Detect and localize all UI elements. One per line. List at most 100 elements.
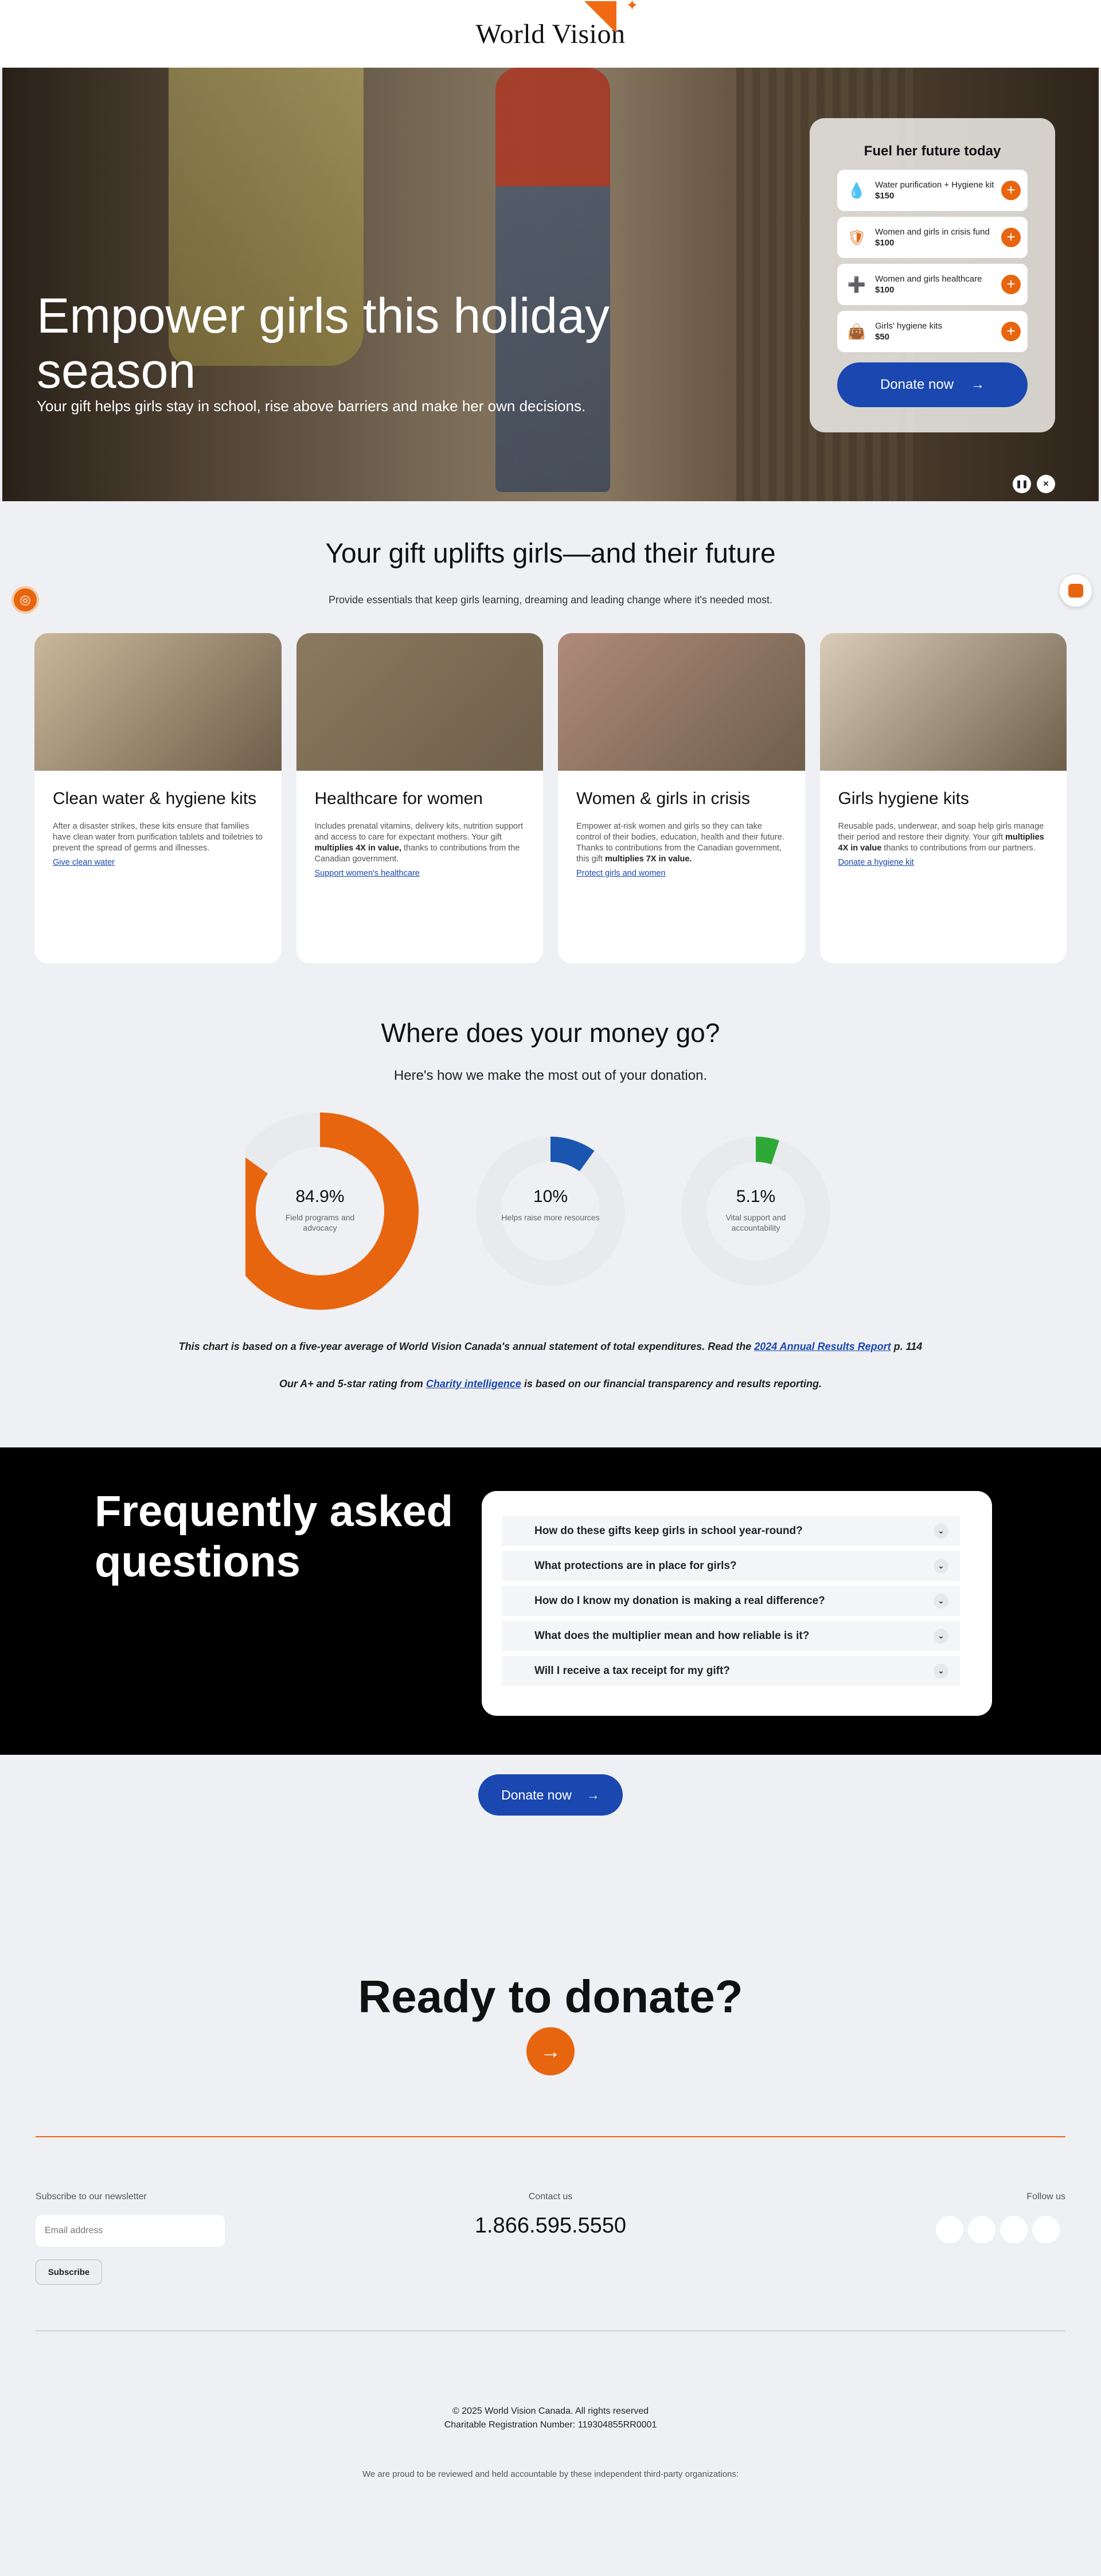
logo-star-icon: ✦ [626, 0, 639, 14]
faq-item[interactable]: How do I know my donation is making a re… [502, 1586, 960, 1616]
gift-label: Women and girls in crisis fund [875, 227, 990, 237]
faq-title: Frequently asked questions [95, 1487, 454, 1586]
arrow-right-icon: → [586, 1787, 600, 1802]
social-links [936, 2216, 1060, 2243]
donut-charts: 84.9% Field programs and advocacy 10% Helps… [221, 1113, 856, 1310]
faq-question: Will I receive a tax receipt for my gift… [534, 1665, 730, 1677]
faq-donate-button[interactable]: Donate now → [478, 1774, 623, 1816]
donut-percent: 84.9% [295, 1187, 345, 1206]
gift-price: $50 [875, 332, 890, 342]
hygiene-bag-icon: 👜 [847, 322, 866, 340]
gift-card-multiplier: multiplies 7X in value. [604, 854, 692, 864]
gift-card: Women & girls in crisis Empower at-risk w… [558, 633, 805, 963]
gift-option[interactable]: 💧 Water purification + Hygiene kit $150 + [837, 170, 1028, 211]
gift-option[interactable]: 🛡 Women and girls in crisis fund $100 + [837, 217, 1028, 258]
follow-label: Follow us [1026, 2192, 1065, 2202]
rating-note: Our A+ and 5-star rating from Charity in… [0, 1378, 1101, 1390]
rating-text: Our A+ and 5-star rating from [279, 1378, 426, 1390]
chevron-down-icon: ⌄ [934, 1664, 948, 1679]
donation-card: Fuel her future today 💧 Water purificatio… [810, 118, 1055, 432]
shield-heart-icon: 🛡 [847, 228, 866, 246]
medical-kit-icon: ➕ [847, 275, 866, 293]
gift-card-title: Women & girls in crisis [576, 789, 750, 808]
site-header: World Vision ✦ [0, 0, 1101, 68]
accountability-text: We are proud to be reviewed and held acc… [362, 2469, 739, 2479]
gift-label: Water purification + Hygiene kit [875, 180, 994, 190]
faq-item[interactable]: What does the multiplier mean and how re… [502, 1621, 960, 1651]
gift-text: Women and girls in crisis fund $100 [875, 227, 1001, 248]
world-vision-logo[interactable]: World Vision ✦ [475, 0, 638, 50]
gift-card-body-end: thanks to contributions from our partner… [881, 844, 1036, 853]
faq-item[interactable]: Will I receive a tax receipt for my gift… [502, 1656, 960, 1686]
gift-card: Clean water & hygiene kits After a disast… [34, 633, 282, 963]
water-drop-icon: 💧 [847, 181, 866, 199]
registration-number: Charitable Registration Number: 11930485… [444, 2420, 657, 2430]
hero-title: Empower girls this holiday season [37, 288, 610, 399]
gift-card-link[interactable]: Support women's healthcare [315, 869, 420, 878]
faq-item[interactable]: How do these gifts keep girls in school … [502, 1516, 960, 1546]
gift-label: Women and girls healthcare [875, 274, 982, 284]
add-icon[interactable]: + [1001, 275, 1021, 294]
youtube-icon[interactable] [1000, 2216, 1028, 2243]
hero-subtitle: Your gift helps girls stay in school, ri… [37, 397, 586, 415]
gift-card-image [34, 633, 282, 771]
ready-donate-arrow-button[interactable]: → [526, 2027, 575, 2075]
gift-card-link[interactable]: Give clean water [53, 858, 115, 867]
gift-card-text: Reusable pads, underwear, and soap help … [838, 821, 1049, 854]
donut-percent: 10% [533, 1187, 568, 1206]
gift-price: $100 [875, 285, 895, 295]
donut-label: 84.9% Field programs and advocacy [268, 1187, 372, 1233]
facebook-icon[interactable] [936, 2216, 963, 2243]
gift-card-title: Girls hygiene kits [838, 789, 969, 808]
donate-now-button[interactable]: Donate now → [837, 362, 1028, 407]
faq-section: Frequently asked questions How do these … [0, 1447, 1101, 1755]
gift-card-title: Clean water & hygiene kits [53, 789, 257, 808]
gift-text: Girls' hygiene kits $50 [875, 321, 1001, 342]
linkedin-icon[interactable] [1032, 2216, 1060, 2243]
gift-card: Healthcare for women Includes prenatal vi… [296, 633, 543, 963]
footer-divider [36, 2136, 1065, 2137]
money-section-title: Where does your money go? [381, 1018, 720, 1048]
gifts-section-subtitle: Provide essentials that keep girls learn… [329, 594, 772, 606]
arrow-right-icon: → [540, 2039, 561, 2063]
gift-card-link[interactable]: Protect girls and women [576, 869, 666, 878]
faq-item[interactable]: What protections are in place for girls?… [502, 1551, 960, 1581]
faq-donate-label: Donate now [501, 1787, 572, 1802]
mute-icon[interactable]: ✕ [1037, 475, 1055, 493]
faq-list: How do these gifts keep girls in school … [482, 1491, 992, 1716]
instagram-icon[interactable] [968, 2216, 995, 2243]
annual-report-link[interactable]: 2024 Annual Results Report [754, 1341, 891, 1352]
gift-text: Women and girls healthcare $100 [875, 274, 1001, 295]
gift-card-multiplier: multiplies 4X in value, [314, 844, 402, 853]
arrow-right-icon: → [971, 377, 985, 392]
gifts-section-title: Your gift uplifts girls—and their future [325, 538, 776, 569]
hero-media-controls: ❚❚ ✕ [1013, 475, 1055, 493]
chart-note-text: This chart is based on a five-year avera… [178, 1341, 755, 1352]
faq-question: What does the multiplier mean and how re… [534, 1630, 810, 1642]
chevron-down-icon: ⌄ [934, 1559, 948, 1574]
gift-option[interactable]: 👜 Girls' hygiene kits $50 + [837, 311, 1028, 352]
logo-triangle-icon [584, 1, 617, 33]
subscribe-button[interactable]: Subscribe [36, 2259, 102, 2285]
contact-label: Contact us [528, 2192, 573, 2202]
donate-now-label: Donate now [880, 377, 954, 392]
chevron-down-icon: ⌄ [934, 1524, 948, 1539]
add-icon[interactable]: + [1001, 181, 1021, 200]
pause-icon[interactable]: ❚❚ [1013, 475, 1031, 493]
charity-intelligence-link[interactable]: Charity intelligence [426, 1378, 521, 1390]
faq-question: How do these gifts keep girls in school … [534, 1525, 803, 1537]
gift-card-text: Includes prenatal vitamins, delivery kit… [315, 821, 525, 865]
rating-text-after: is based on our financial transparency a… [521, 1378, 822, 1390]
gift-card-title: Healthcare for women [314, 789, 483, 808]
gift-card-image [819, 633, 1067, 771]
copyright: © 2025 World Vision Canada. All rights r… [452, 2406, 649, 2416]
add-icon[interactable]: + [1001, 228, 1021, 247]
gift-card-link[interactable]: Donate a hygiene kit [838, 858, 914, 867]
donut-description: Vital support and accountability [725, 1213, 786, 1232]
gift-list: 💧 Water purification + Hygiene kit $150 + 🛡 W… [837, 170, 1028, 352]
gift-cards: Clean water & hygiene kits After a disast… [34, 633, 1067, 963]
chart-note-page: p. 114 [891, 1341, 923, 1352]
gift-option[interactable]: ➕ Women and girls healthcare $100 + [837, 264, 1028, 305]
gift-card-text: After a disaster strikes, these kits ens… [53, 821, 263, 854]
add-icon[interactable]: + [1001, 322, 1021, 341]
